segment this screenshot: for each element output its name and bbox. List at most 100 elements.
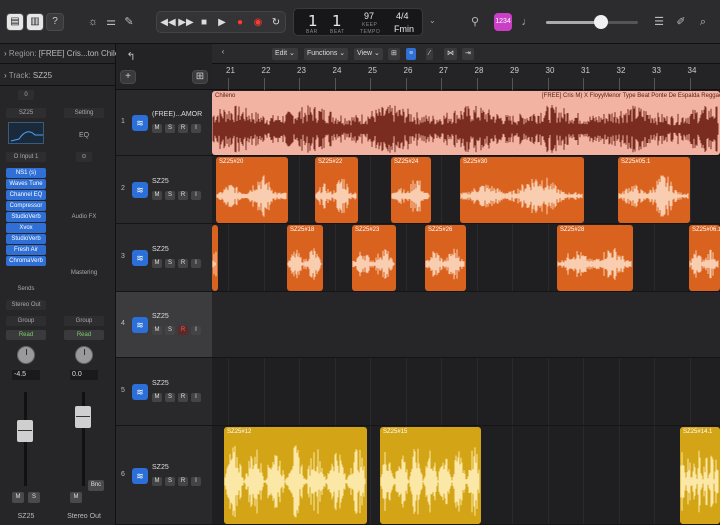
volume-value[interactable]: -4.5 <box>12 370 40 380</box>
track-mute-button[interactable]: M <box>152 477 162 486</box>
master-volume-knob[interactable] <box>594 15 609 29</box>
region-header[interactable]: › Region: [FREE] Cris...ton Chileno <box>0 44 116 64</box>
capture-record-button[interactable]: ◉ <box>249 14 267 32</box>
edit-menu[interactable]: Edit ⌄ <box>272 48 298 60</box>
plugin-slot-7[interactable]: StudioVerb <box>6 234 46 244</box>
track-solo-button[interactable]: S <box>165 326 175 335</box>
audio-region[interactable]: SZ25#28 <box>557 225 633 291</box>
track-input-monitor-button[interactable]: I <box>191 259 201 268</box>
track-mute-button[interactable]: M <box>152 191 162 200</box>
track-input-monitor-button[interactable]: I <box>191 477 201 486</box>
eq-label[interactable]: EQ <box>62 132 106 139</box>
track-mute-button[interactable]: M <box>152 326 162 335</box>
notes-icon[interactable]: ✐ <box>672 13 690 31</box>
mute-button[interactable]: M <box>12 492 24 503</box>
solo-button[interactable]: S <box>28 492 40 503</box>
stop-button[interactable]: ■ <box>195 14 213 32</box>
track-record-button[interactable]: R <box>178 477 188 486</box>
plugin-slot-3[interactable]: Channel EQ <box>6 190 46 200</box>
audio-region[interactable]: Chileno [FREE] Cris M) X FloyyMenor Type … <box>212 91 720 155</box>
mastering-label[interactable]: Mastering <box>62 270 106 276</box>
track-options-icon[interactable]: ⊞ <box>192 70 208 84</box>
audio-region[interactable]: SZ25#15 <box>380 427 481 524</box>
gain-value[interactable]: 0 <box>18 90 34 100</box>
audio-region[interactable] <box>212 225 218 291</box>
lcd-display[interactable]: 1 1 BAR BEAT 97 KEEP TEMPO 4/4 Fmin <box>293 8 423 36</box>
track-mute-button[interactable]: M <box>152 124 162 133</box>
strip-name-top[interactable]: SZ25 <box>6 108 46 118</box>
mute-button-output[interactable]: M <box>70 492 82 503</box>
audio-region[interactable]: SZ25#24 <box>391 157 431 223</box>
cycle-button[interactable]: ↻ <box>267 14 285 32</box>
inspector-icon[interactable]: ▥ <box>26 13 44 31</box>
audio-region[interactable]: SZ25#14.1 <box>680 427 720 524</box>
plugin-slot-2[interactable]: Waves Tune <box>6 179 46 189</box>
audio-region[interactable]: SZ25#06.1 <box>689 225 720 291</box>
track-lane-4[interactable] <box>212 292 720 358</box>
volume-fader[interactable] <box>17 420 33 442</box>
setting-slot[interactable]: Setting <box>64 108 104 118</box>
track-solo-button[interactable]: S <box>165 191 175 200</box>
track-header-2[interactable]: 2 ≋ SZ25 M S R I <box>116 156 212 224</box>
plugin-slot-1[interactable]: NS1 (s) <box>6 168 46 178</box>
track-solo-button[interactable]: S <box>165 259 175 268</box>
track-mute-button[interactable]: M <box>152 393 162 402</box>
track-header-4[interactable]: 4 ≋ SZ25 M S R I <box>116 292 212 358</box>
track-name[interactable]: SZ25 <box>152 464 210 471</box>
audio-region[interactable]: SZ25#12 <box>224 427 367 524</box>
add-track-button[interactable]: + <box>120 70 136 84</box>
track-input-monitor-button[interactable]: I <box>191 393 201 402</box>
lcd-dropdown-icon[interactable]: ⌄ <box>429 16 436 25</box>
help-icon[interactable]: ? <box>46 13 64 31</box>
track-record-button[interactable]: R <box>178 124 188 133</box>
track-record-button[interactable]: R <box>178 393 188 402</box>
plugin-slot-4[interactable]: Compressor <box>6 201 46 211</box>
settings-icon[interactable]: ☼ <box>84 13 102 31</box>
record-button[interactable]: ● <box>231 14 249 32</box>
pan-knob[interactable] <box>17 346 35 364</box>
audio-region[interactable]: SZ25#20 <box>216 157 288 223</box>
back-icon[interactable]: ‹ <box>216 45 230 59</box>
rewind-button[interactable]: ◀◀ <box>159 14 177 32</box>
eq-thumbnail[interactable] <box>8 122 44 144</box>
functions-menu[interactable]: Functions ⌄ <box>304 48 349 60</box>
track-input-monitor-button[interactable]: I <box>191 191 201 200</box>
track-name[interactable]: SZ25 <box>152 246 210 253</box>
audio-region[interactable]: SZ25#05.1 <box>618 157 690 223</box>
track-lane-5[interactable] <box>212 358 720 426</box>
track-header[interactable]: › Track: SZ25 <box>0 66 116 86</box>
volume-fader-output[interactable] <box>75 406 91 428</box>
bounce-button[interactable]: Bnc <box>88 480 104 491</box>
audio-region[interactable]: SZ25#30 <box>460 157 584 223</box>
track-input-monitor-button[interactable]: I <box>191 124 201 133</box>
link-icon[interactable]: ⊙ <box>76 152 92 162</box>
plugin-slot-5[interactable]: StudioVerb <box>6 212 46 222</box>
group-slot-output[interactable]: Group <box>64 316 104 326</box>
mixer-icon[interactable]: ⚌ <box>102 13 120 31</box>
grid-view-icon[interactable]: ⊞ <box>388 48 400 60</box>
library-icon[interactable]: ▤ <box>6 13 24 31</box>
browser-icon[interactable]: ⌕ <box>694 13 712 31</box>
output-slot[interactable]: Stereo Out <box>6 300 46 310</box>
balance-knob[interactable] <box>75 346 93 364</box>
plugin-slot-6[interactable]: Xvox <box>6 223 46 233</box>
bar-ruler[interactable]: 21 22 23 24 25 26 27 28 29 30 31 32 33 34 <box>212 64 720 90</box>
metronome-icon[interactable]: ♩ <box>518 13 536 31</box>
automation-mode-output[interactable]: Read <box>64 330 104 340</box>
count-in-badge[interactable]: 1234 <box>494 13 512 31</box>
automation-mode[interactable]: Read <box>6 330 46 340</box>
audio-region[interactable]: SZ25#26 <box>425 225 466 291</box>
list-editors-icon[interactable]: ☰ <box>650 13 668 31</box>
audio-region[interactable]: SZ25#22 <box>315 157 358 223</box>
track-header-6[interactable]: 6 ≋ SZ25 M S R I <box>116 426 212 525</box>
pointer-tool-152[interactable] <box>702 45 720 63</box>
pencil-icon[interactable]: ✎ <box>120 13 138 31</box>
new-track-icon[interactable]: ↰ <box>122 48 140 66</box>
track-header-1[interactable]: 1 ≋ (FREE)...AMOR M S R I <box>116 90 212 156</box>
arrange-area[interactable]: ‹ Edit ⌄ Functions ⌄ View ⌄ ⊞ ≡ ⁄ ⋈ ⇥ 21… <box>212 44 720 525</box>
track-name[interactable]: SZ25 <box>152 178 210 185</box>
track-solo-button[interactable]: S <box>165 477 175 486</box>
track-header-3[interactable]: 3 ≋ SZ25 M S R I <box>116 224 212 292</box>
track-solo-button[interactable]: S <box>165 124 175 133</box>
view-menu[interactable]: View ⌄ <box>354 48 383 60</box>
